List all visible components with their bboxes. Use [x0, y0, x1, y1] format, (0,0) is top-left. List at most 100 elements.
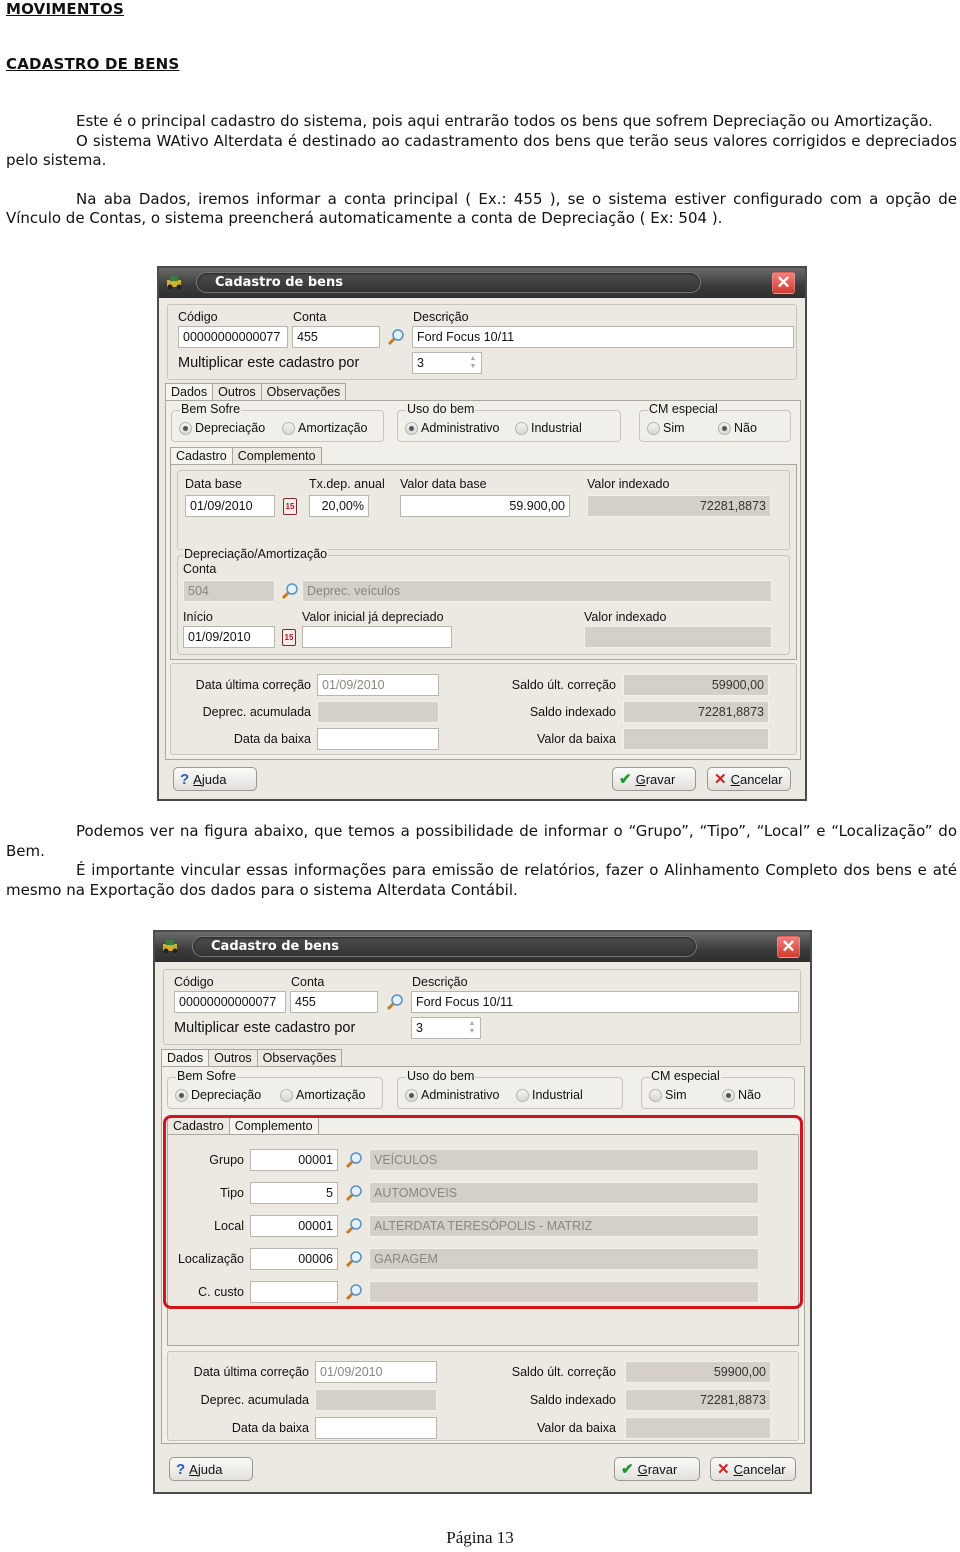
tab-observacoes[interactable]: Observações: [260, 383, 347, 401]
search-dep-conta-icon[interactable]: [281, 582, 299, 600]
radio-industrial[interactable]: Industrial: [516, 1088, 583, 1102]
codigo-field[interactable]: 00000000000077: [178, 326, 288, 348]
search-icon[interactable]: [345, 1151, 363, 1169]
tab-complemento[interactable]: Complemento: [228, 1117, 319, 1135]
radio-amortizacao[interactable]: Amortização: [282, 421, 367, 435]
tab-cadastro[interactable]: Cadastro: [170, 447, 233, 465]
radio-dot-icon: [405, 1088, 418, 1102]
descricao-field[interactable]: Ford Focus 10/11: [412, 326, 794, 348]
app-icon: [167, 276, 182, 290]
data-ultima-correcao-field[interactable]: 01/09/2010: [317, 674, 439, 696]
search-conta-icon[interactable]: [387, 328, 405, 346]
tab-dados[interactable]: Dados: [161, 1049, 210, 1067]
complemento-desc-field: [369, 1281, 759, 1303]
codigo-label: Código: [174, 975, 214, 989]
search-icon[interactable]: [345, 1283, 363, 1301]
descricao-label: Descrição: [413, 310, 469, 324]
inicio-field[interactable]: 01/09/2010: [183, 626, 275, 648]
spinner-arrows-icon[interactable]: ▲ ▼: [466, 1020, 478, 1036]
radio-nao[interactable]: Não: [722, 1088, 761, 1102]
gravar-button[interactable]: ✔ Gravar: [612, 767, 696, 791]
saldo-ult-correcao-field: 59900,00: [625, 1361, 771, 1383]
radio-sim[interactable]: Sim: [647, 421, 685, 435]
radio-label: Industrial: [532, 1088, 583, 1102]
conta-field[interactable]: 455: [292, 326, 380, 348]
x-icon: ✕: [717, 1461, 730, 1478]
valor-baixa-field: [623, 728, 769, 750]
calendar-icon[interactable]: 15: [282, 629, 296, 646]
paragraph: É importante vincular essas informações …: [6, 861, 957, 899]
dep-valor-indexado-field: [584, 626, 772, 648]
descricao-field[interactable]: Ford Focus 10/11: [411, 991, 799, 1013]
radio-depreciacao[interactable]: Depreciação: [175, 1088, 261, 1102]
data-base-field[interactable]: 01/09/2010: [185, 495, 275, 517]
tab-outros[interactable]: Outros: [208, 1049, 258, 1067]
radio-administrativo[interactable]: Administrativo: [405, 1088, 500, 1102]
title-bar[interactable]: Cadastro de bens ✕: [159, 268, 805, 298]
main-tabs: Dados Outros Observações: [165, 383, 347, 401]
radio-industrial[interactable]: Industrial: [515, 421, 582, 435]
search-conta-icon[interactable]: [386, 993, 404, 1011]
data-baixa-field[interactable]: [317, 728, 439, 750]
data-baixa-field[interactable]: [315, 1417, 437, 1439]
close-button[interactable]: ✕: [777, 936, 800, 958]
conta-field[interactable]: 455: [290, 991, 378, 1013]
saldo-ult-correcao-field: 59900,00: [623, 674, 769, 696]
deprec-acumulada-label: Deprec. acumulada: [200, 1393, 309, 1407]
search-icon[interactable]: [345, 1184, 363, 1202]
radio-label: Não: [738, 1088, 761, 1102]
search-icon[interactable]: [345, 1250, 363, 1268]
valor-data-base-label: Valor data base: [400, 477, 487, 491]
valor-baixa-field: [625, 1417, 771, 1439]
valor-data-base-field[interactable]: 59.900,00: [400, 495, 570, 517]
saldo-indexado-label: Saldo indexado: [529, 705, 616, 719]
ajuda-button[interactable]: ? Ajuda: [169, 1457, 253, 1481]
tx-dep-field[interactable]: 20,00%: [309, 495, 369, 517]
close-button[interactable]: ✕: [772, 272, 795, 294]
spinner-arrows-icon[interactable]: ▲ ▼: [467, 355, 479, 371]
complemento-row-label: Grupo: [209, 1153, 244, 1167]
data-base-label: Data base: [185, 477, 242, 491]
uso-do-bem-title: Uso do bem: [406, 402, 476, 416]
complemento-code-field[interactable]: [250, 1281, 338, 1303]
cancelar-button[interactable]: ✕ Cancelar: [707, 767, 791, 791]
radio-administrativo[interactable]: Administrativo: [405, 421, 500, 435]
gravar-button[interactable]: ✔ Gravar: [614, 1457, 700, 1481]
app-icon: [163, 940, 178, 954]
ajuda-button[interactable]: ? Ajuda: [173, 767, 257, 791]
cancelar-button[interactable]: ✕ Cancelar: [710, 1457, 796, 1481]
codigo-field[interactable]: 00000000000077: [174, 991, 286, 1013]
radio-amortizacao[interactable]: Amortização: [280, 1088, 365, 1102]
complemento-code-field[interactable]: 00001: [250, 1215, 338, 1237]
data-ultima-correcao-field[interactable]: 01/09/2010: [315, 1361, 437, 1383]
dep-conta-desc-field: Deprec. veículos: [302, 580, 772, 602]
complemento-code-field[interactable]: 5: [250, 1182, 338, 1204]
tab-complemento[interactable]: Complemento: [231, 447, 322, 465]
valor-baixa-label: Valor da baixa: [537, 732, 616, 746]
multiplicar-label: Multiplicar este cadastro por: [178, 355, 360, 371]
complemento-desc-field: ALTERDATA TERESÓPOLIS - MATRIZ: [369, 1215, 759, 1237]
complemento-code-field[interactable]: 00001: [250, 1149, 338, 1171]
tab-observacoes[interactable]: Observações: [256, 1049, 343, 1067]
radio-label: Amortização: [298, 421, 368, 435]
radio-label: Depreciação: [191, 1088, 262, 1102]
tab-outros[interactable]: Outros: [212, 383, 262, 401]
cadastro-de-bens-window-complemento: Cadastro de bens ✕ Código 00000000000077…: [153, 930, 812, 1494]
saldo-indexado-field: 72281,8873: [623, 701, 769, 723]
radio-nao[interactable]: Não: [718, 421, 757, 435]
sub-tabs: Cadastro Complemento: [167, 1117, 319, 1135]
tab-dados[interactable]: Dados: [165, 383, 214, 401]
search-icon[interactable]: [345, 1217, 363, 1235]
complemento-desc-field: GARAGEM: [369, 1248, 759, 1270]
tab-cadastro[interactable]: Cadastro: [167, 1117, 230, 1135]
multiplicar-spinner[interactable]: 3 ▲ ▼: [412, 352, 482, 374]
radio-dot-icon: [280, 1088, 293, 1102]
multiplicar-spinner[interactable]: 3 ▲ ▼: [411, 1017, 481, 1039]
uso-do-bem-title: Uso do bem: [406, 1069, 476, 1083]
valor-inicial-field[interactable]: [302, 626, 452, 648]
radio-depreciacao[interactable]: Depreciação: [179, 421, 265, 435]
complemento-code-field[interactable]: 00006: [250, 1248, 338, 1270]
radio-sim[interactable]: Sim: [649, 1088, 687, 1102]
calendar-icon[interactable]: 15: [283, 498, 297, 515]
title-bar[interactable]: Cadastro de bens ✕: [155, 932, 810, 962]
